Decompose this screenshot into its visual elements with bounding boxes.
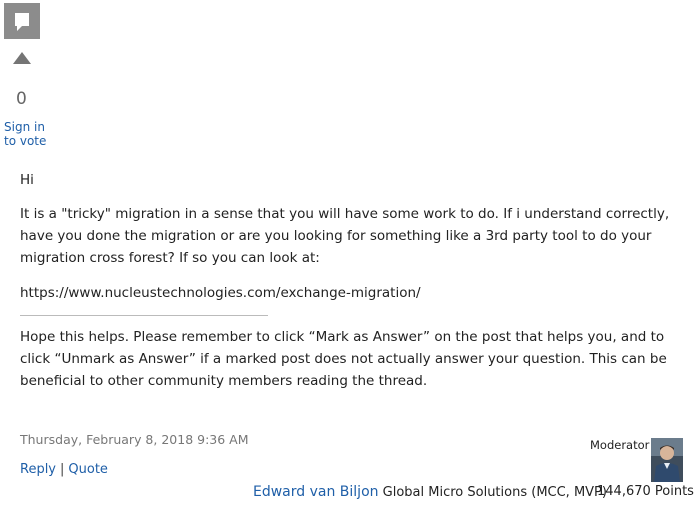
vote-count: 0 [16, 89, 27, 109]
sign-in-line2: to vote [4, 134, 47, 148]
action-separator: | [60, 462, 65, 477]
quote-link[interactable]: Quote [68, 462, 108, 477]
avatar[interactable] [651, 438, 683, 482]
author-line: Edward van Biljon Global Micro Solutions… [253, 484, 607, 500]
post-signature: Hope this helps. Please remember to clic… [20, 329, 667, 389]
post-url: https://www.nucleustechnologies.com/exch… [20, 285, 421, 301]
comment-icon [4, 3, 40, 39]
author-affiliation: Global Micro Solutions (MCC, MVP) [382, 485, 607, 500]
author-points: 144,670 Points [597, 484, 694, 499]
reply-link[interactable]: Reply [20, 462, 56, 477]
post-greeting: Hi [20, 172, 34, 188]
sign-in-line1: Sign in [4, 120, 45, 134]
post-timestamp: Thursday, February 8, 2018 9:36 AM [20, 432, 249, 447]
triangle-up-icon[interactable] [12, 50, 32, 69]
sign-in-to-vote-link[interactable]: Sign in to vote [4, 120, 46, 148]
signature-divider [20, 315, 268, 316]
post-paragraph: It is a "tricky" migration in a sense th… [20, 206, 670, 266]
author-name-link[interactable]: Edward van Biljon [253, 484, 379, 500]
moderator-badge: Moderator [590, 438, 650, 452]
post-actions: Reply | Quote [20, 462, 108, 477]
